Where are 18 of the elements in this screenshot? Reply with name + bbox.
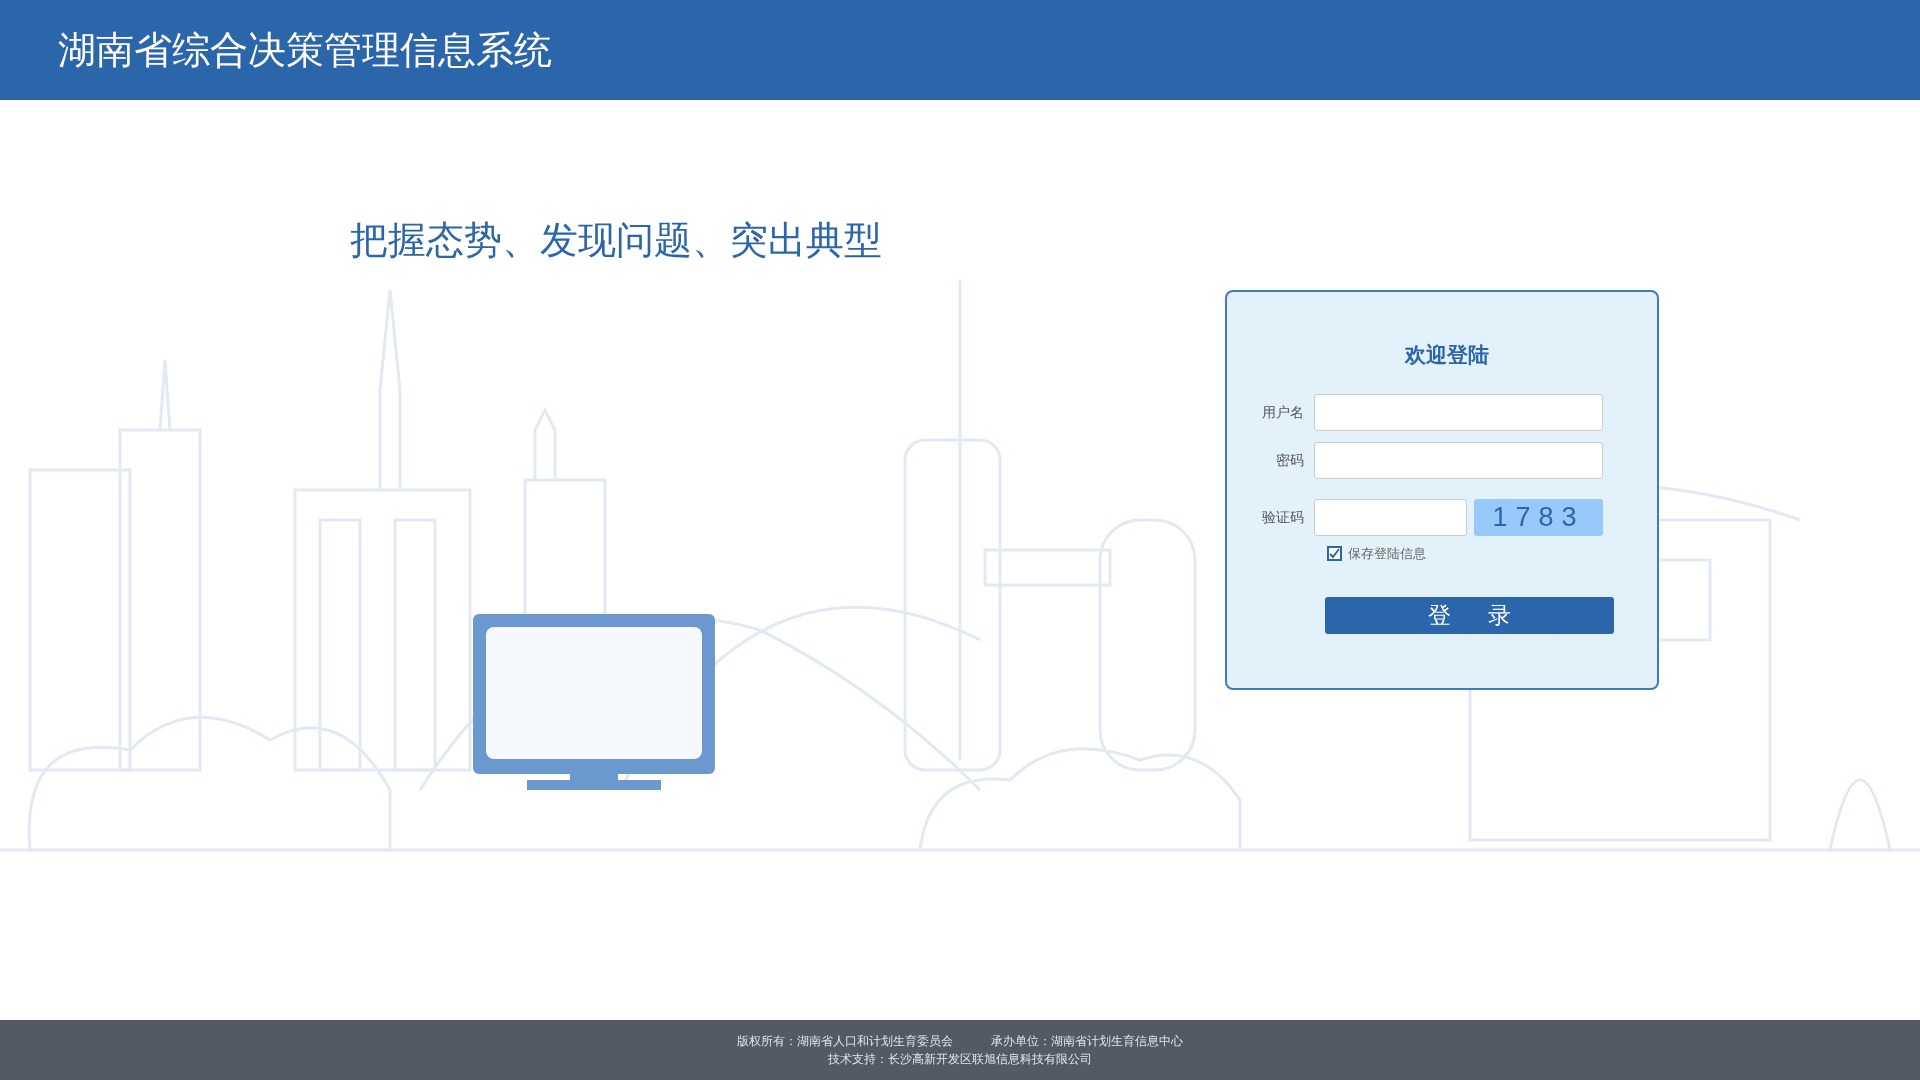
slogan: 把握态势、发现问题、突出典型 bbox=[350, 217, 883, 264]
captcha-field[interactable] bbox=[1314, 498, 1467, 536]
remember-checkbox[interactable] bbox=[1327, 545, 1342, 561]
monitor-icon bbox=[473, 614, 715, 790]
field-label: 验证码 bbox=[1261, 507, 1305, 527]
captcha-image[interactable]: 1783 bbox=[1474, 498, 1603, 536]
footer-text: 技术支持：长沙高新开发区联旭信息科技有限公司 bbox=[828, 1051, 1092, 1068]
login-title: 欢迎登陆 bbox=[1403, 342, 1490, 369]
username-field[interactable] bbox=[1314, 393, 1603, 431]
check-icon bbox=[1329, 547, 1340, 559]
password-field[interactable] bbox=[1314, 441, 1603, 479]
login-button[interactable]: 登 录 bbox=[1325, 597, 1614, 634]
footer-text: 承办单位：湖南省计划生育信息中心 bbox=[991, 1033, 1183, 1050]
remember-label: 保存登陆信息 bbox=[1348, 544, 1426, 563]
system-title: 湖南省综合决策管理信息系统 bbox=[58, 26, 552, 74]
footer-text: 版权所有：湖南省人口和计划生育委员会 bbox=[737, 1033, 953, 1050]
field-label: 密码 bbox=[1275, 450, 1305, 470]
field-label: 用户名 bbox=[1261, 402, 1305, 422]
